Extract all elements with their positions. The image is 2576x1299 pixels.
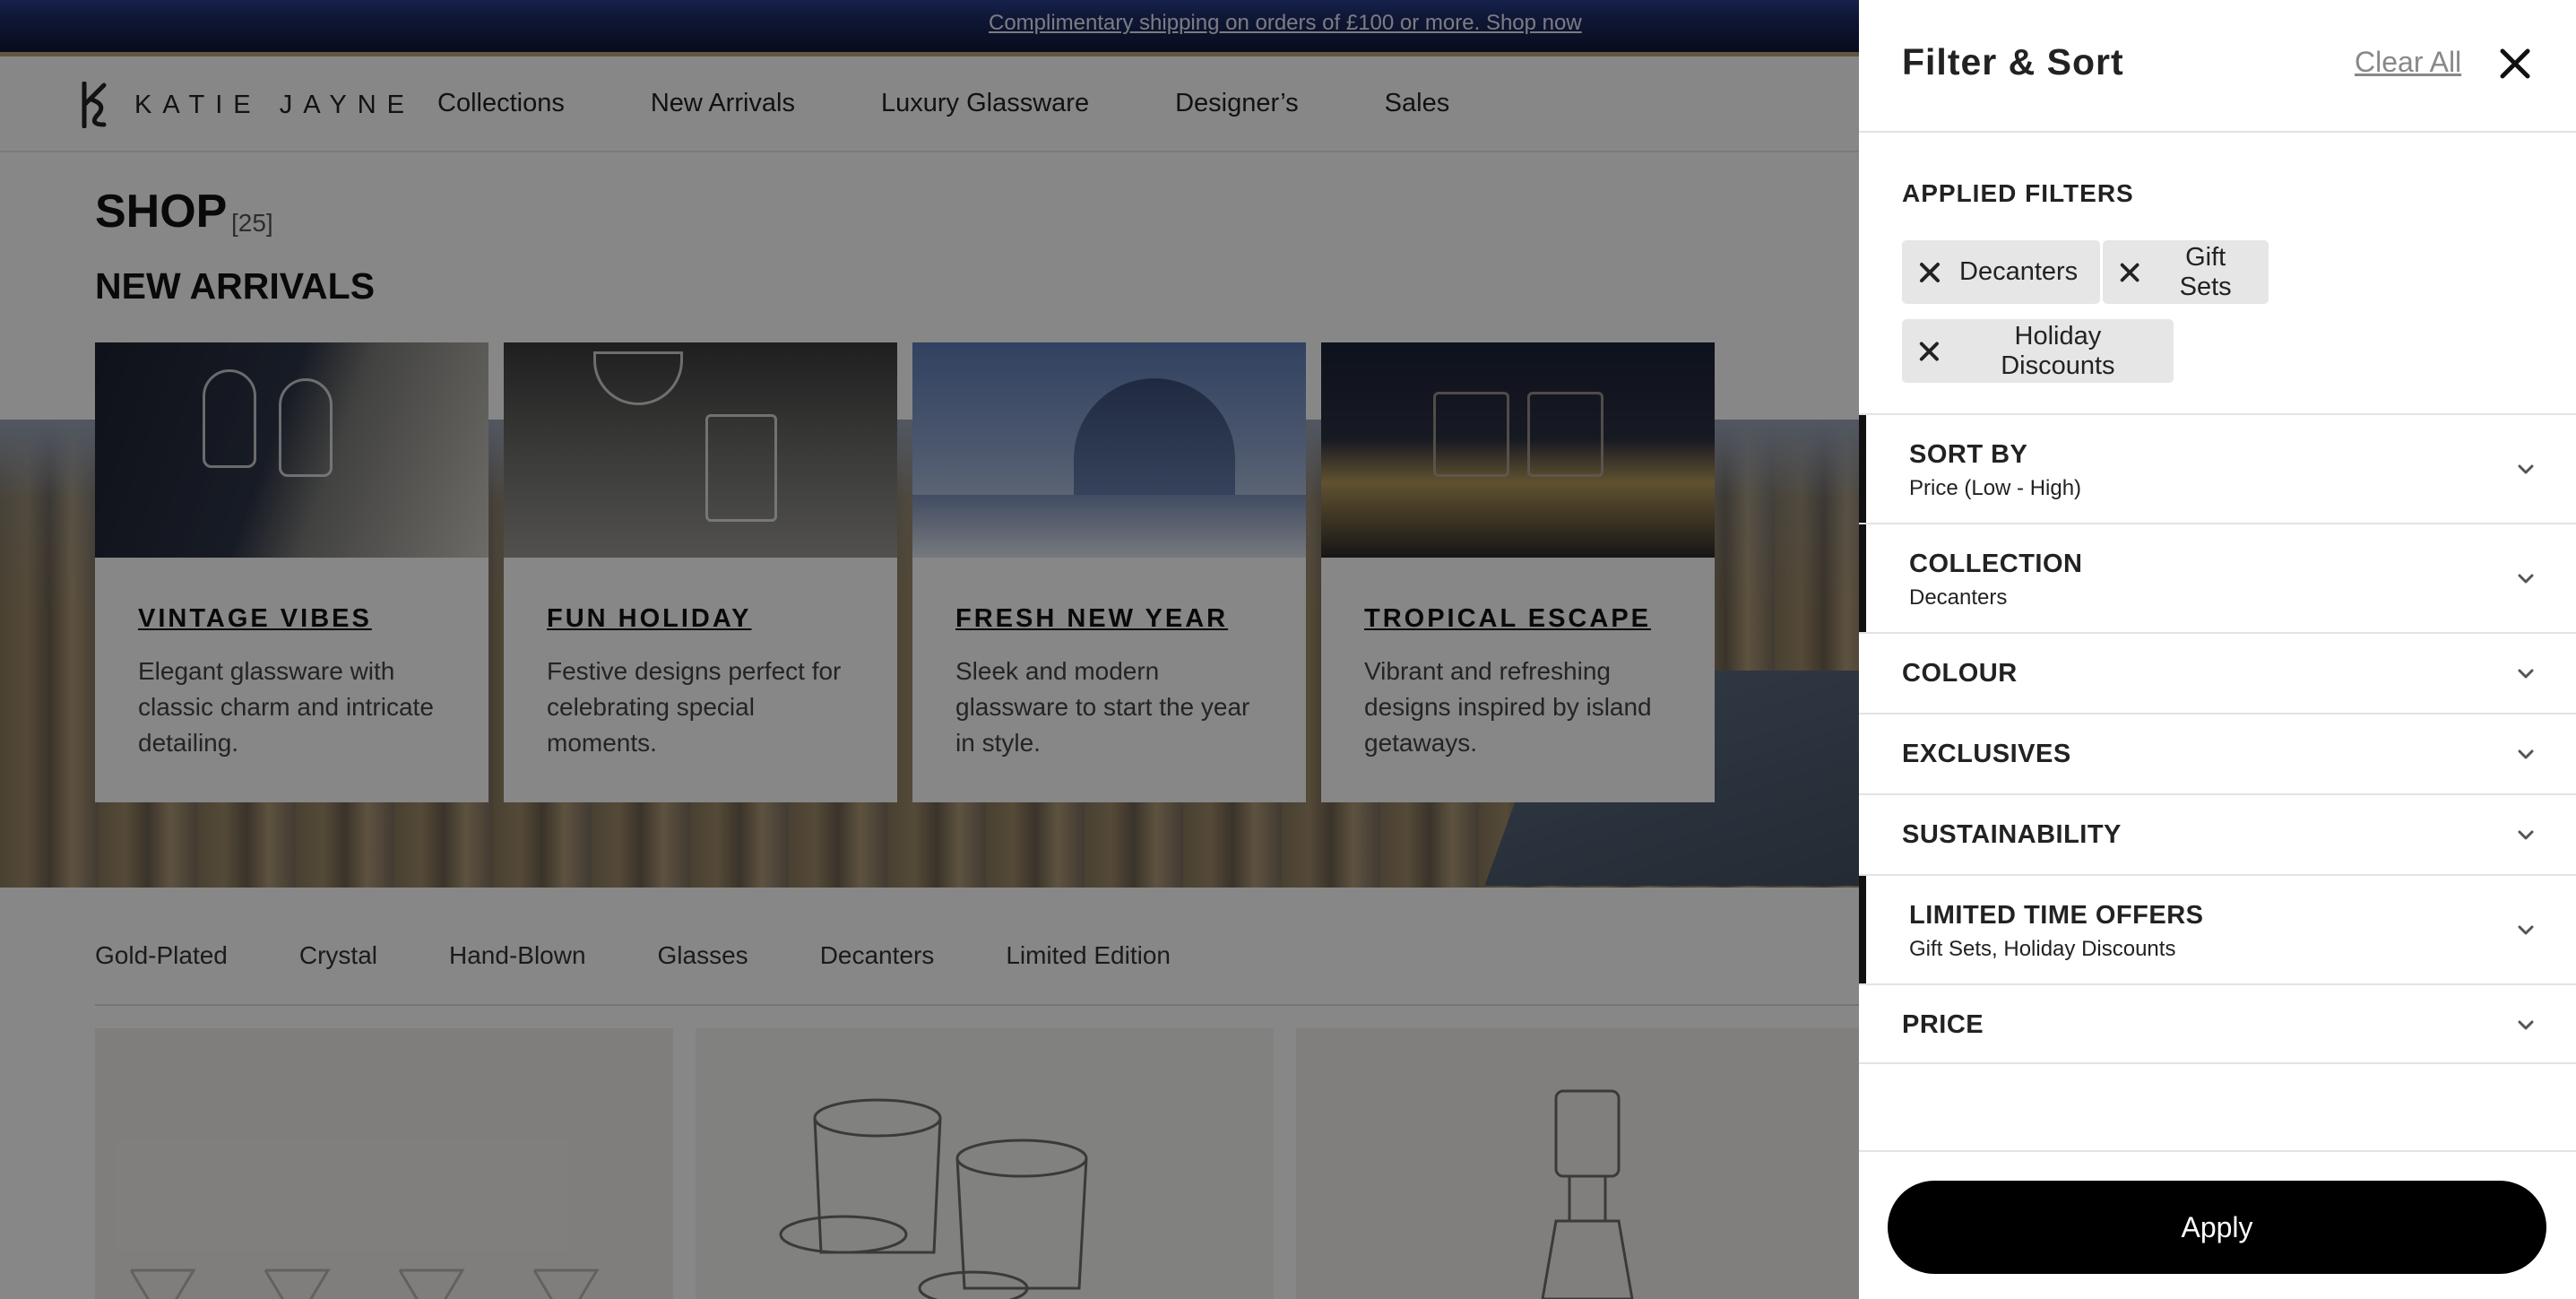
apply-button[interactable]: Apply [1888,1181,2546,1274]
applied-filters-label: APPLIED FILTERS [1902,179,2134,207]
accordion-exclusives[interactable]: EXCLUSIVES [1859,713,2576,793]
chevron-down-icon [2514,458,2537,481]
filter-chip-decanters[interactable]: Decanters [1902,240,2100,304]
accordion-sort-by[interactable]: SORT BY Price (Low - High) [1859,413,2576,523]
accordion-title: LIMITED TIME OFFERS [1909,901,2204,930]
accordion-sustainability[interactable]: SUSTAINABILITY [1859,793,2576,874]
x-icon [1919,341,1939,361]
accordion-title: PRICE [1902,1010,1984,1039]
close-button[interactable] [2495,45,2535,84]
close-icon [2500,48,2530,78]
accordion-title: EXCLUSIVES [1902,740,2071,768]
accordion-title: SORT BY [1909,440,2028,469]
chevron-down-icon [2514,919,2537,942]
accordion-limited-time-offers[interactable]: LIMITED TIME OFFERS Gift Sets, Holiday D… [1859,874,2576,983]
drawer-header: Filter & Sort Clear All [1859,0,2576,133]
clear-all-button[interactable]: Clear All [2355,46,2461,79]
chip-label: Holiday Discounts [2001,321,2115,380]
accordion-price[interactable]: PRICE [1859,983,2576,1064]
filter-sort-drawer: Filter & Sort Clear All APPLIED FILTERS … [1859,0,2576,1299]
accordion-title: SUSTAINABILITY [1902,820,2122,849]
accordion-colour[interactable]: COLOUR [1859,632,2576,713]
filter-chip-holiday-discounts[interactable]: Holiday Discounts [1902,319,2174,383]
chevron-down-icon [2514,743,2537,766]
drawer-title: Filter & Sort [1902,41,2124,82]
accordion-title: COLOUR [1902,659,2018,688]
filter-chip-gift-sets[interactable]: Gift Sets [2103,240,2269,304]
drawer-footer: Apply [1859,1150,2576,1299]
chevron-down-icon [2514,1014,2537,1037]
accordion-value: Decanters [1909,585,2008,610]
chip-label: Gift Sets [2179,242,2232,301]
chip-label: Decanters [1959,257,2079,286]
accordion-title: COLLECTION [1909,550,2083,578]
chevron-down-icon [2514,824,2537,847]
filter-accordion: SORT BY Price (Low - High) COLLECTION De… [1859,413,2576,1064]
chevron-down-icon [2514,662,2537,686]
accordion-value: Price (Low - High) [1909,476,2082,500]
chevron-down-icon [2514,567,2537,591]
accordion-value: Gift Sets, Holiday Discounts [1909,937,2176,961]
x-icon [2120,263,2139,281]
x-icon [1920,262,1940,282]
accordion-collection[interactable]: COLLECTION Decanters [1859,523,2576,632]
